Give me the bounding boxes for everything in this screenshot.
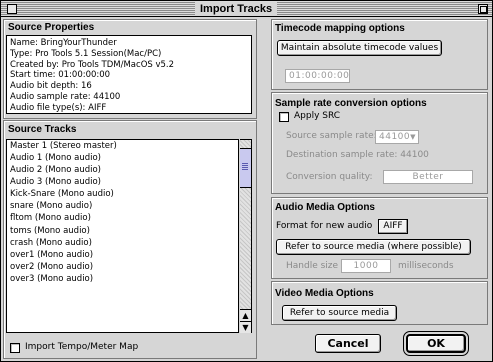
timecode-field: 01:00:00:00 [285,69,350,83]
list-item[interactable]: crash (Mono audio) [10,237,238,249]
import-tempo-checkbox[interactable] [10,343,20,353]
sample-rate-heading: Sample rate conversion options [275,98,427,109]
source-sample-rate-label: Source sample rate: [286,131,377,141]
source-tracks-panel: Source Tracks Master 1 (Stereo master) A… [3,120,257,359]
destination-sample-rate-value: 44100 [400,150,429,160]
handle-size-label: Handle size [286,261,339,271]
list-item[interactable]: Master 1 (Stereo master) [10,140,238,152]
audio-media-heading: Audio Media Options [275,202,375,213]
destination-sample-rate-label: Destination sample rate: 44100 [286,150,429,160]
close-box-icon[interactable] [7,4,17,14]
source-properties-heading: Source Properties [8,22,95,33]
conversion-quality-popup: Better [383,170,473,184]
list-item[interactable]: Audio 1 (Mono audio) [10,152,238,164]
list-item[interactable]: Audio 2 (Mono audio) [10,164,238,176]
source-properties-panel: Source Properties Name: BringYourThunder… [3,19,257,119]
conversion-quality-label: Conversion quality: [286,172,373,182]
popup-arrow-icon: ▼ [410,133,416,141]
video-media-panel: Video Media Options Refer to source medi… [271,281,488,325]
apply-src-checkbox[interactable] [279,112,289,122]
timecode-panel: Timecode mapping options Maintain absolu… [271,19,488,90]
property-line: Name: BringYourThunder [10,38,117,48]
audio-media-panel: Audio Media Options Format for new audio… [271,197,488,279]
timecode-heading: Timecode mapping options [275,23,405,34]
refer-source-media-button[interactable]: Refer to source media (where possible) [276,239,471,255]
import-tracks-dialog: Import Tracks Source Properties Name: Br… [0,0,493,362]
handle-size-unit: milliseconds [398,261,454,271]
list-item[interactable]: Kick-Snare (Mono audio) [10,188,238,200]
cancel-button[interactable]: Cancel [315,334,381,353]
apply-src-label: Apply SRC [294,111,341,121]
source-properties-box: Name: BringYourThunder Type: Pro Tools 5… [6,35,252,114]
list-item[interactable]: fltom (Mono audio) [10,212,238,224]
scroll-up-arrow-icon[interactable]: ▲ [240,309,251,321]
list-item[interactable]: snare (Mono audio) [10,200,238,212]
property-line: Audio file type(s): AIFF [10,102,107,113]
tracks-scrollbar[interactable]: ▲ ▼ [240,139,252,333]
import-tempo-label: Import Tempo/Meter Map [25,342,139,352]
source-tracks-list[interactable]: Master 1 (Stereo master) Audio 1 (Mono a… [6,139,239,333]
scroll-down-arrow-icon[interactable]: ▼ [240,321,251,333]
video-media-heading: Video Media Options [275,288,374,299]
sample-rate-panel: Sample rate conversion options Apply SRC… [271,92,488,194]
property-line: Audio sample rate: 44100 [10,91,121,102]
property-line: Created by: Pro Tools TDM/MacOS v5.2 [10,59,175,70]
scroll-thumb[interactable] [240,148,251,188]
property-line: Type: Pro Tools 5.1 Session(Mac/PC) [10,48,162,59]
list-item[interactable]: over3 (Mono audio) [10,273,238,285]
source-sample-rate-popup: 44100 ▼ [375,130,419,144]
video-refer-source-media-button[interactable]: Refer to source media [282,305,397,321]
ok-button[interactable]: OK [403,331,469,356]
title-bar[interactable]: Import Tracks [1,1,492,17]
list-item[interactable]: Audio 3 (Mono audio) [10,176,238,188]
audio-format-label: Format for new audio [276,221,373,231]
handle-size-field: 1000 [341,259,391,273]
property-line: Audio bit depth: 16 [10,81,92,92]
list-item[interactable]: over1 (Mono audio) [10,249,238,261]
audio-format-popup[interactable]: AIFF [378,219,408,234]
property-line: Start time: 01:00:00:00 [10,70,111,81]
timecode-mode-button[interactable]: Maintain absolute timecode values [277,40,442,56]
conversion-quality-value: Better [412,172,444,182]
source-sample-rate-value: 44100 [379,132,411,142]
source-tracks-heading: Source Tracks [8,124,77,135]
list-item[interactable]: toms (Mono audio) [10,225,238,237]
list-item[interactable]: over2 (Mono audio) [10,261,238,273]
window-title: Import Tracks [195,2,278,16]
zoom-box-icon[interactable] [478,4,488,14]
